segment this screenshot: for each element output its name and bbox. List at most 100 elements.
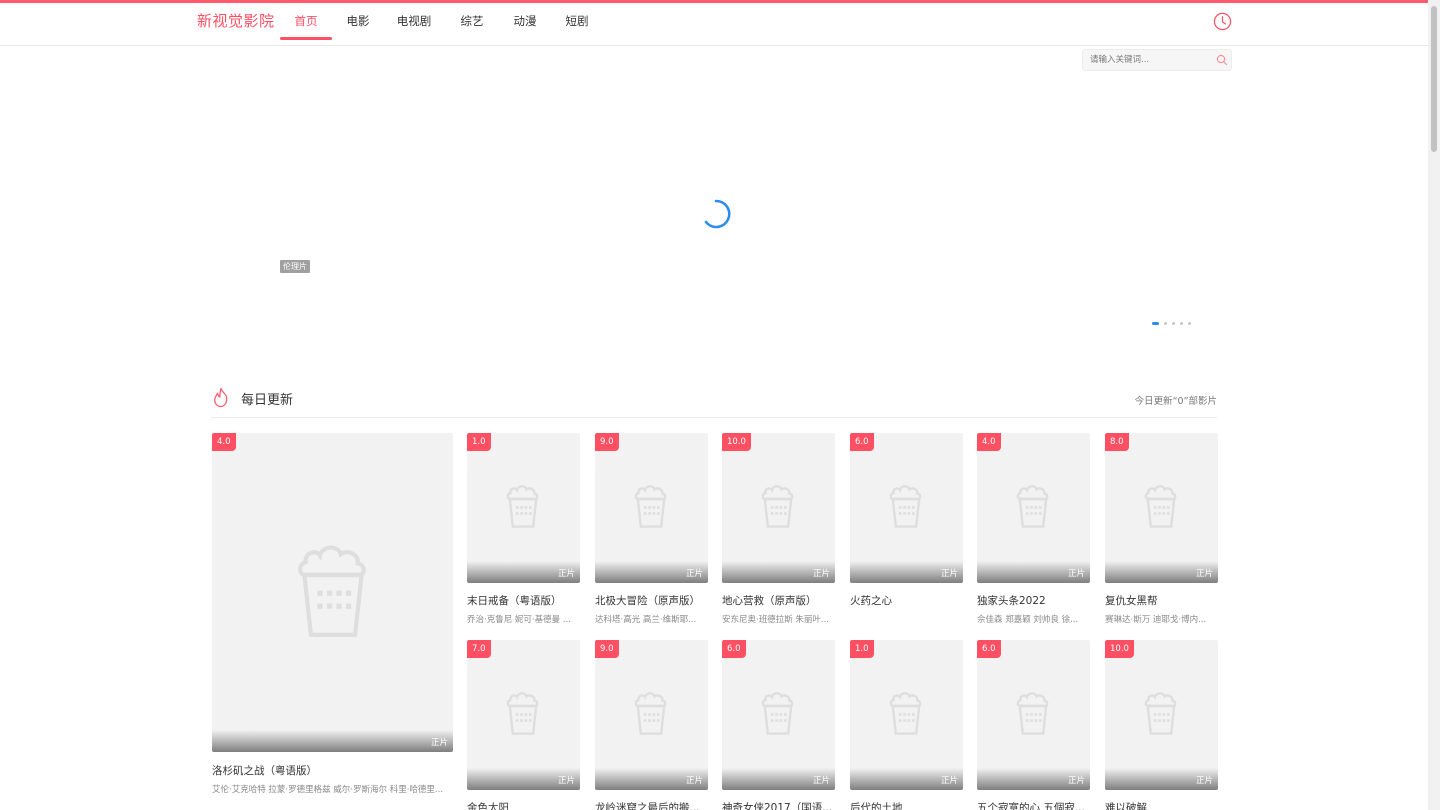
- movie-title[interactable]: 独家头条2022: [977, 593, 1090, 608]
- score-badge: 1.0: [467, 433, 491, 451]
- status-label: 正片: [557, 776, 575, 786]
- poster: 10.0 正片: [722, 433, 835, 583]
- poster: 1.0 正片: [850, 640, 963, 790]
- status-label: 正片: [940, 776, 958, 786]
- poster: 1.0 正片: [467, 433, 580, 583]
- movie-card[interactable]: 10.0 正片难以破解: [1105, 640, 1218, 810]
- page-scrollbar[interactable]: [1428, 0, 1440, 810]
- fire-icon: [214, 387, 228, 408]
- movie-title[interactable]: 龙岭迷窟之最后的搬...: [595, 800, 708, 810]
- featured-movie-card[interactable]: 4.0 正片 洛杉矶之战（粤语版） 艾伦·艾克哈特 拉蒙·罗德里格兹 威尔·罗斯…: [212, 433, 453, 795]
- movie-card[interactable]: 8.0 正片复仇女黑帮赛琳达·斯万 迪耶戈·博内...: [1105, 433, 1218, 625]
- nav-variety[interactable]: 综艺: [444, 3, 500, 39]
- banner-carousel[interactable]: 伦理片: [197, 74, 1232, 344]
- popcorn-placeholder-icon: [1016, 485, 1049, 528]
- movie-cast: 艾伦·艾克哈特 拉蒙·罗德里格兹 威尔·罗斯海尔 科里·哈德里...: [212, 785, 444, 795]
- carousel-dot[interactable]: [1164, 322, 1167, 325]
- nav-home[interactable]: 首页: [280, 3, 332, 40]
- popcorn-placeholder-icon: [506, 485, 539, 528]
- poster: 6.0 正片: [977, 640, 1090, 790]
- movie-card[interactable]: 7.0 正片金色太阳: [467, 640, 580, 810]
- status-label: 正片: [1195, 776, 1213, 786]
- movie-card[interactable]: 6.0 正片火药之心: [850, 433, 963, 613]
- popcorn-placeholder-icon: [889, 692, 922, 735]
- status-label: 正片: [812, 569, 830, 579]
- scrollbar-thumb[interactable]: [1431, 6, 1437, 152]
- movie-title[interactable]: 地心营救（原声版）: [722, 593, 835, 608]
- section-title: 每日更新: [241, 393, 294, 408]
- movie-title[interactable]: 洛杉矶之战（粤语版）: [212, 763, 453, 778]
- nav-tv[interactable]: 电视剧: [384, 3, 444, 39]
- popcorn-placeholder-icon: [1144, 692, 1177, 735]
- score-badge: 7.0: [467, 640, 491, 658]
- score-badge: 4.0: [212, 433, 236, 451]
- movie-cast: 达科塔·高光 高兰·维斯耶...: [595, 615, 697, 625]
- status-label: 正片: [430, 738, 448, 748]
- movie-card[interactable]: 10.0 正片地心营救（原声版） 安东尼奥·班德拉斯 朱丽叶...: [722, 433, 835, 625]
- clock-icon[interactable]: [1213, 12, 1232, 31]
- popcorn-placeholder-icon: [1144, 485, 1177, 528]
- movie-cast: 佘佳森 郑嘉颖 刘帅良 徐...: [977, 615, 1079, 625]
- movie-card[interactable]: 1.0 正片后代的土地: [850, 640, 963, 810]
- movie-title[interactable]: 金色太阳: [467, 800, 580, 810]
- movie-title[interactable]: 复仇女黑帮: [1105, 593, 1218, 608]
- movie-cast: 赛琳达·斯万 迪耶戈·博内...: [1105, 615, 1207, 625]
- score-badge: 9.0: [595, 640, 619, 658]
- site-logo[interactable]: 新视觉影院: [197, 10, 275, 31]
- daily-update-header: 每日更新 今日更新“0”部影片: [211, 382, 1217, 418]
- carousel-dot[interactable]: [1180, 322, 1183, 325]
- nav-anime[interactable]: 动漫: [500, 3, 550, 39]
- popcorn-placeholder-icon: [634, 485, 667, 528]
- movie-card[interactable]: 1.0 正片 末日戒备（粤语版） 乔治·克鲁尼 妮可·基德曼 ...: [467, 433, 580, 625]
- poster: 9.0 正片: [595, 640, 708, 790]
- status-label: 正片: [1195, 569, 1213, 579]
- poster: 9.0 正片: [595, 433, 708, 583]
- movie-card[interactable]: 6.0 正片神奇女侠2017（国语...: [722, 640, 835, 810]
- poster: 8.0 正片: [1105, 433, 1218, 583]
- header: 新视觉影院 首页 电影 电视剧 综艺 动漫 短剧: [0, 3, 1428, 46]
- movie-title[interactable]: 北极大冒险（原声版）: [595, 593, 708, 608]
- movie-title[interactable]: 难以破解: [1105, 800, 1218, 810]
- movie-title[interactable]: 五个寂寞的心 五個寂...: [977, 800, 1090, 810]
- movie-cast: 安东尼奥·班德拉斯 朱丽叶...: [722, 615, 830, 625]
- nav-movie[interactable]: 电影: [332, 3, 384, 39]
- search-icon[interactable]: [1216, 54, 1228, 66]
- carousel-dot[interactable]: [1188, 322, 1191, 325]
- score-badge: 6.0: [722, 640, 746, 658]
- nav-short-drama[interactable]: 短剧: [550, 3, 604, 39]
- popcorn-placeholder-icon: [1016, 692, 1049, 735]
- search-input[interactable]: [1090, 52, 1210, 68]
- poster: 4.0 正片: [212, 433, 453, 752]
- status-label: 正片: [685, 569, 703, 579]
- status-label: 正片: [685, 776, 703, 786]
- movie-card[interactable]: 4.0 正片独家头条2022 佘佳森 郑嘉颖 刘帅良 徐...: [977, 433, 1090, 625]
- poster: 4.0 正片: [977, 433, 1090, 583]
- score-badge: 10.0: [1105, 640, 1134, 658]
- main-nav: 首页 电影 电视剧 综艺 动漫 短剧: [280, 3, 604, 46]
- movie-title[interactable]: 后代的土地: [850, 800, 963, 810]
- score-badge: 1.0: [850, 640, 874, 658]
- popcorn-placeholder-icon: [298, 545, 366, 637]
- search-box: [1082, 49, 1232, 71]
- score-badge: 6.0: [850, 433, 874, 451]
- score-badge: 8.0: [1105, 433, 1129, 451]
- movie-card[interactable]: 6.0 正片五个寂寞的心 五個寂...: [977, 640, 1090, 810]
- carousel-dots: [1152, 322, 1191, 325]
- status-label: 正片: [1067, 569, 1085, 579]
- popcorn-placeholder-icon: [761, 485, 794, 528]
- movie-title[interactable]: 神奇女侠2017（国语...: [722, 800, 835, 810]
- movie-title[interactable]: 火药之心: [850, 593, 963, 608]
- movie-card[interactable]: 9.0 正片龙岭迷窟之最后的搬...: [595, 640, 708, 810]
- popcorn-placeholder-icon: [506, 692, 539, 735]
- poster: 10.0 正片: [1105, 640, 1218, 790]
- status-label: 正片: [812, 776, 830, 786]
- banner-category-tag: 伦理片: [280, 260, 310, 273]
- status-label: 正片: [940, 569, 958, 579]
- poster: 7.0 正片: [467, 640, 580, 790]
- status-label: 正片: [1067, 776, 1085, 786]
- movie-card[interactable]: 9.0 正片北极大冒险（原声版） 达科塔·高光 高兰·维斯耶...: [595, 433, 708, 625]
- carousel-dot[interactable]: [1172, 322, 1175, 325]
- carousel-dot[interactable]: [1152, 322, 1159, 325]
- score-badge: 10.0: [722, 433, 751, 451]
- movie-title[interactable]: 末日戒备（粤语版）: [467, 593, 580, 608]
